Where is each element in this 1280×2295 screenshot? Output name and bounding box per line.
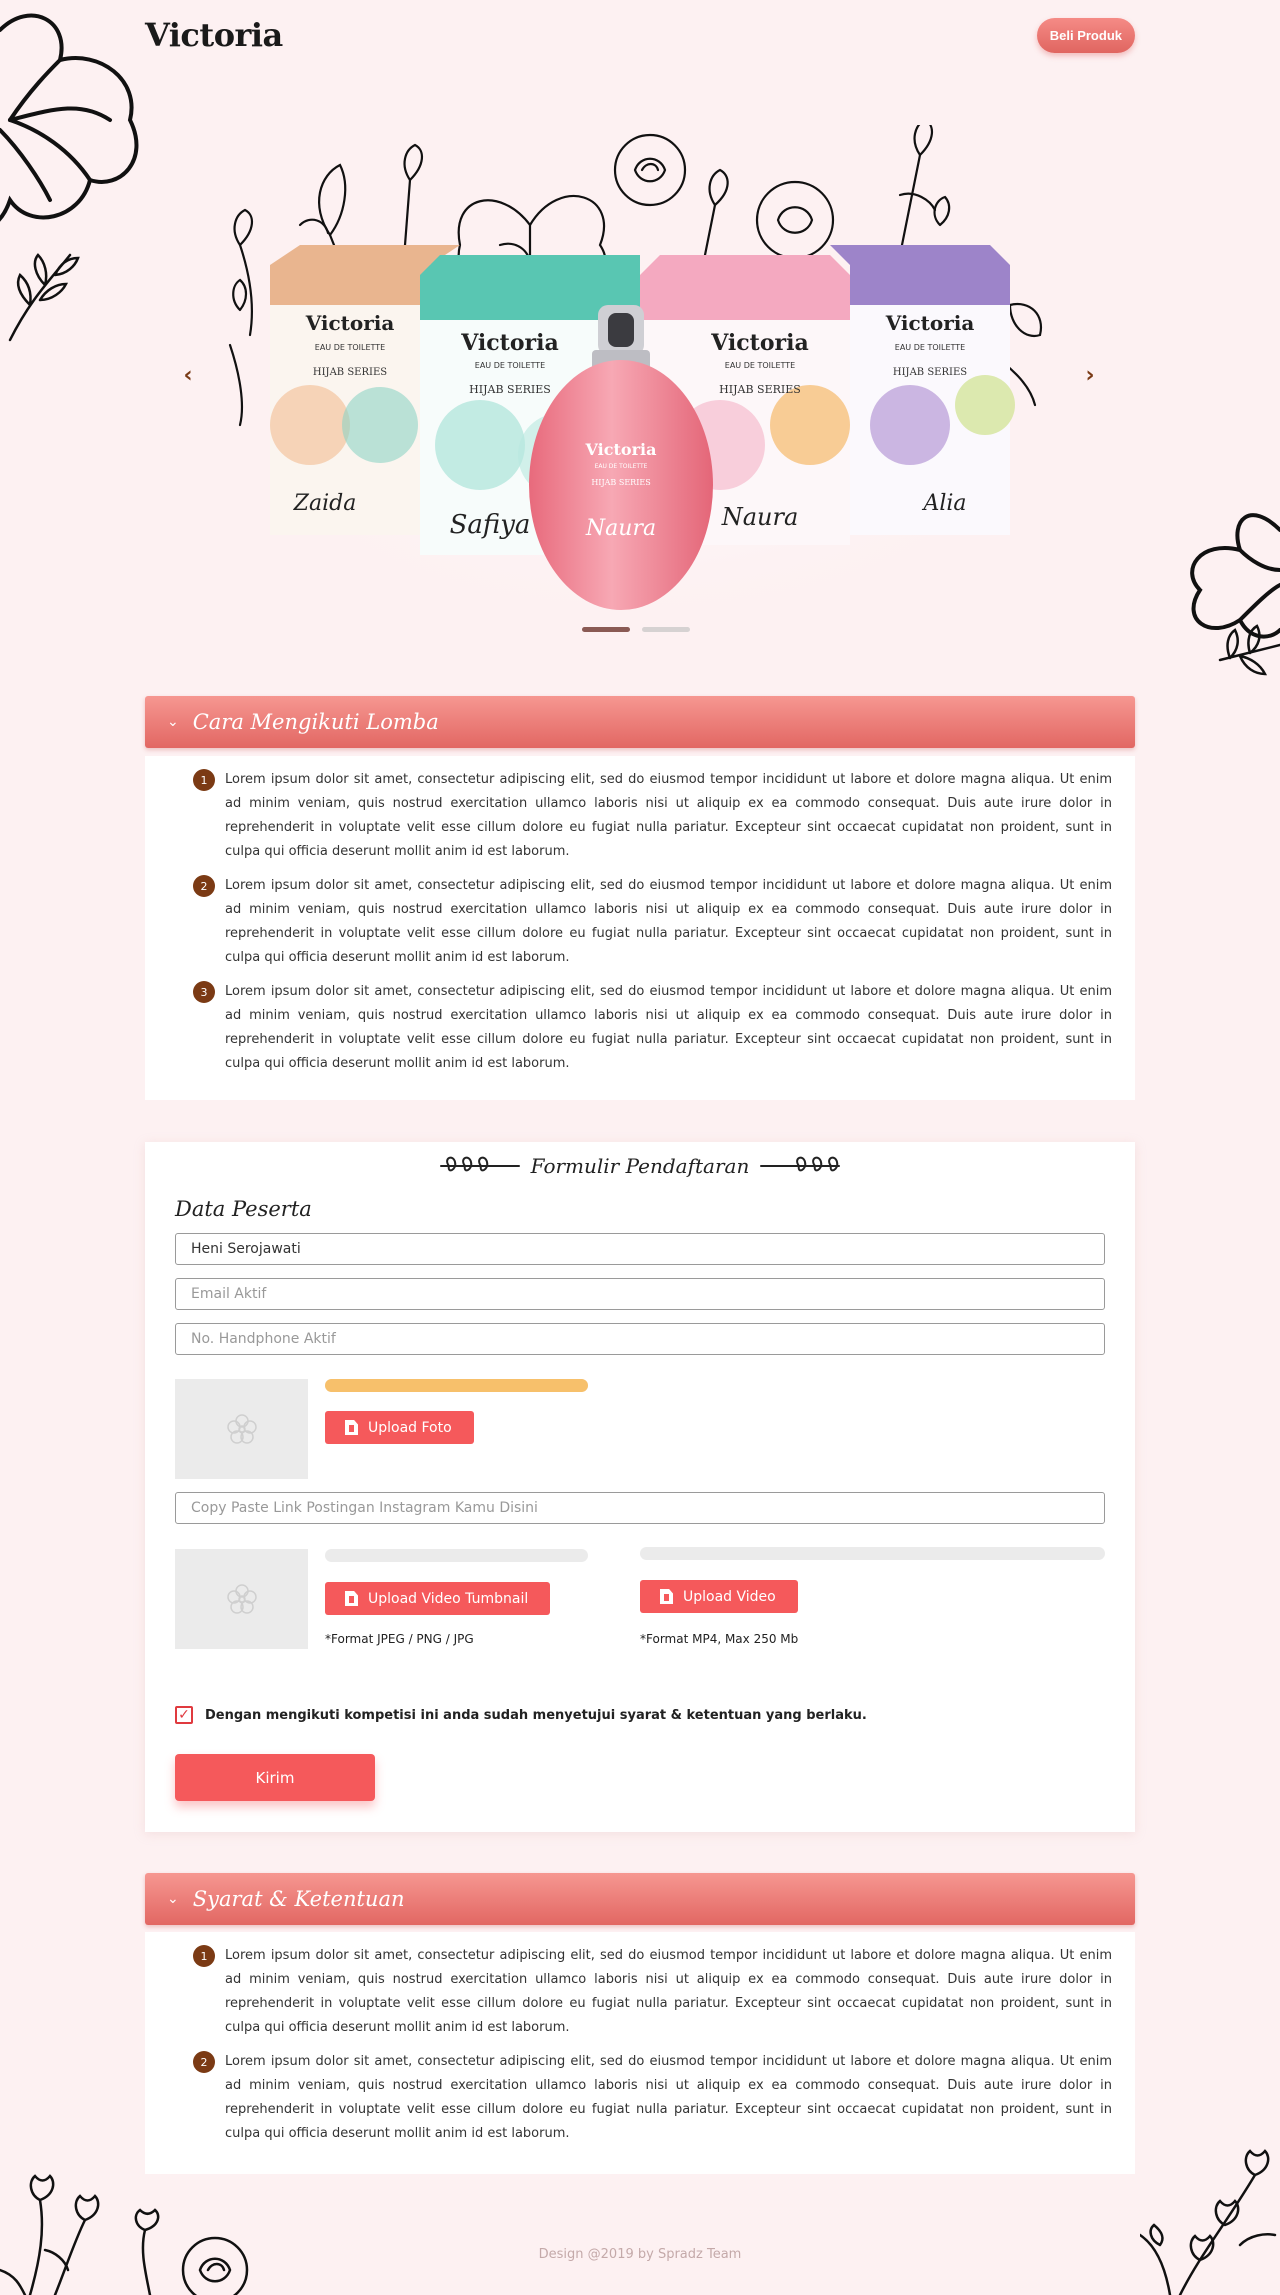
form-title: Formulir Pendaftaran	[530, 1154, 750, 1178]
terms-accordion-header[interactable]: ⌄ Syarat & Ketentuan	[145, 1873, 1135, 1925]
product-carousel: Victoria EAU DE TOILETTE HIJAB SERIES Za…	[0, 110, 1280, 650]
step-number-badge: 3	[193, 981, 215, 1003]
svg-text:EAU DE TOILETTE: EAU DE TOILETTE	[595, 463, 648, 470]
svg-text:HIJAB SERIES: HIJAB SERIES	[469, 383, 551, 396]
upload-thumbnail-button[interactable]: Upload Video Tumbnail	[325, 1582, 551, 1615]
footer-credit: Design @2019 by Spradz Team	[538, 2247, 742, 2262]
buy-product-button[interactable]: Beli Produk	[1036, 17, 1135, 53]
step-text: Lorem ipsum dolor sit amet, consectetur …	[225, 772, 1112, 859]
chevron-left-icon: ‹	[183, 362, 193, 388]
ornament-right-icon	[760, 1156, 841, 1172]
step-number-badge: 1	[193, 1945, 215, 1967]
carousel-indicators	[582, 627, 690, 632]
rules-step: 3 Lorem ipsum dolor sit amet, consectetu…	[193, 980, 1112, 1076]
flower-decoration-bottom-left	[0, 2174, 249, 2295]
rules-accordion-body: 1 Lorem ipsum dolor sit amet, consectetu…	[145, 756, 1135, 1100]
svg-text:Victoria: Victoria	[460, 330, 558, 356]
phone-field[interactable]	[175, 1323, 1105, 1355]
svg-text:HIJAB SERIES: HIJAB SERIES	[893, 367, 967, 378]
carousel-slide-image: Victoria EAU DE TOILETTE HIJAB SERIES Za…	[220, 125, 1060, 615]
agreement-checkbox[interactable]: ✓	[175, 1706, 193, 1724]
step-number-badge: 2	[193, 875, 215, 897]
svg-text:EAU DE TOILETTE: EAU DE TOILETTE	[315, 343, 385, 352]
form-title-wrap: Formulir Pendaftaran	[145, 1154, 1135, 1178]
upload-thumbnail-label: Upload Video Tumbnail	[368, 1590, 529, 1607]
file-upload-icon	[345, 1591, 358, 1606]
name-field[interactable]	[175, 1233, 1105, 1265]
carousel-next-button[interactable]: ›	[1080, 360, 1100, 390]
thumbnail-preview	[175, 1549, 308, 1649]
svg-text:Victoria: Victoria	[305, 311, 395, 335]
instagram-link-field[interactable]	[175, 1492, 1105, 1524]
upload-video-button[interactable]: Upload Video	[640, 1580, 798, 1613]
flower-placeholder-icon	[226, 1414, 257, 1444]
svg-text:Victoria: Victoria	[885, 311, 975, 335]
video-upload-progress	[640, 1547, 1105, 1560]
svg-text:EAU DE TOILETTE: EAU DE TOILETTE	[895, 343, 965, 352]
step-text: Lorem ipsum dolor sit amet, consectetur …	[225, 1948, 1112, 2035]
terms-accordion-body: 1 Lorem ipsum dolor sit amet, consectetu…	[145, 1932, 1135, 2174]
rules-title: Cara Mengikuti Lomba	[192, 710, 439, 734]
file-upload-icon	[660, 1589, 673, 1604]
rules-accordion-header[interactable]: ⌄ Cara Mengikuti Lomba	[145, 696, 1135, 748]
svg-text:Victoria: Victoria	[585, 440, 657, 459]
step-number-badge: 1	[193, 769, 215, 791]
terms-step: 1 Lorem ipsum dolor sit amet, consectetu…	[193, 1944, 1112, 2040]
file-upload-icon	[345, 1420, 358, 1435]
flower-placeholder-icon	[226, 1584, 257, 1614]
product-box-alia: Victoria EAU DE TOILETTE HIJAB SERIES Al…	[830, 245, 1015, 535]
carousel-prev-button[interactable]: ‹	[178, 360, 198, 390]
agreement-text: Dengan mengikuti kompetisi ini anda suda…	[205, 1707, 867, 1723]
carousel-dot-2[interactable]	[642, 627, 690, 632]
chevron-down-icon: ⌄	[167, 714, 179, 730]
svg-text:HIJAB SERIES: HIJAB SERIES	[591, 478, 650, 487]
chevron-down-icon: ⌄	[167, 1891, 179, 1907]
svg-text:HIJAB SERIES: HIJAB SERIES	[313, 367, 387, 378]
svg-text:Alia: Alia	[921, 491, 966, 516]
photo-upload-progress	[325, 1379, 588, 1392]
svg-text:Naura: Naura	[721, 503, 799, 531]
thumbnail-format-hint: *Format JPEG / PNG / JPG	[325, 1632, 474, 1646]
participant-data-title: Data Peserta	[175, 1197, 312, 1221]
photo-progress-fill	[325, 1379, 588, 1392]
svg-text:Safiya: Safiya	[450, 510, 531, 540]
rules-step: 1 Lorem ipsum dolor sit amet, consectetu…	[193, 768, 1112, 864]
submit-button[interactable]: Kirim	[175, 1754, 375, 1801]
agreement-row: ✓ Dengan mengikuti kompetisi ini anda su…	[175, 1706, 867, 1724]
svg-text:Victoria: Victoria	[710, 330, 808, 356]
carousel-dot-1[interactable]	[582, 627, 630, 632]
photo-preview	[175, 1379, 308, 1479]
upload-photo-button[interactable]: Upload Foto	[325, 1411, 474, 1444]
upload-video-label: Upload Video	[683, 1588, 776, 1605]
svg-text:Zaida: Zaida	[293, 491, 357, 516]
ornament-left-icon	[439, 1156, 520, 1172]
step-text: Lorem ipsum dolor sit amet, consectetur …	[225, 2054, 1112, 2141]
svg-text:EAU DE TOILETTE: EAU DE TOILETTE	[475, 361, 545, 370]
thumbnail-upload-progress	[325, 1549, 588, 1562]
registration-form: Formulir Pendaftaran Data Peserta Upload…	[145, 1142, 1135, 1832]
step-number-badge: 2	[193, 2051, 215, 2073]
rules-step: 2 Lorem ipsum dolor sit amet, consectetu…	[193, 874, 1112, 970]
svg-text:Naura: Naura	[585, 516, 656, 541]
video-format-hint: *Format MP4, Max 250 Mb	[640, 1632, 799, 1646]
site-header: Victoria Beli Produk	[145, 12, 1135, 58]
logo[interactable]: Victoria	[145, 16, 283, 54]
step-text: Lorem ipsum dolor sit amet, consectetur …	[225, 878, 1112, 965]
checkmark-icon: ✓	[178, 1707, 190, 1723]
flower-decoration-bottom-right	[1140, 2149, 1277, 2295]
svg-text:HIJAB SERIES: HIJAB SERIES	[719, 383, 801, 396]
upload-photo-label: Upload Foto	[368, 1419, 452, 1436]
terms-step: 2 Lorem ipsum dolor sit amet, consectetu…	[193, 2050, 1112, 2146]
step-text: Lorem ipsum dolor sit amet, consectetur …	[225, 984, 1112, 1071]
chevron-right-icon: ›	[1085, 362, 1095, 388]
terms-title: Syarat & Ketentuan	[192, 1887, 405, 1911]
svg-text:EAU DE TOILETTE: EAU DE TOILETTE	[725, 361, 795, 370]
email-field[interactable]	[175, 1278, 1105, 1310]
